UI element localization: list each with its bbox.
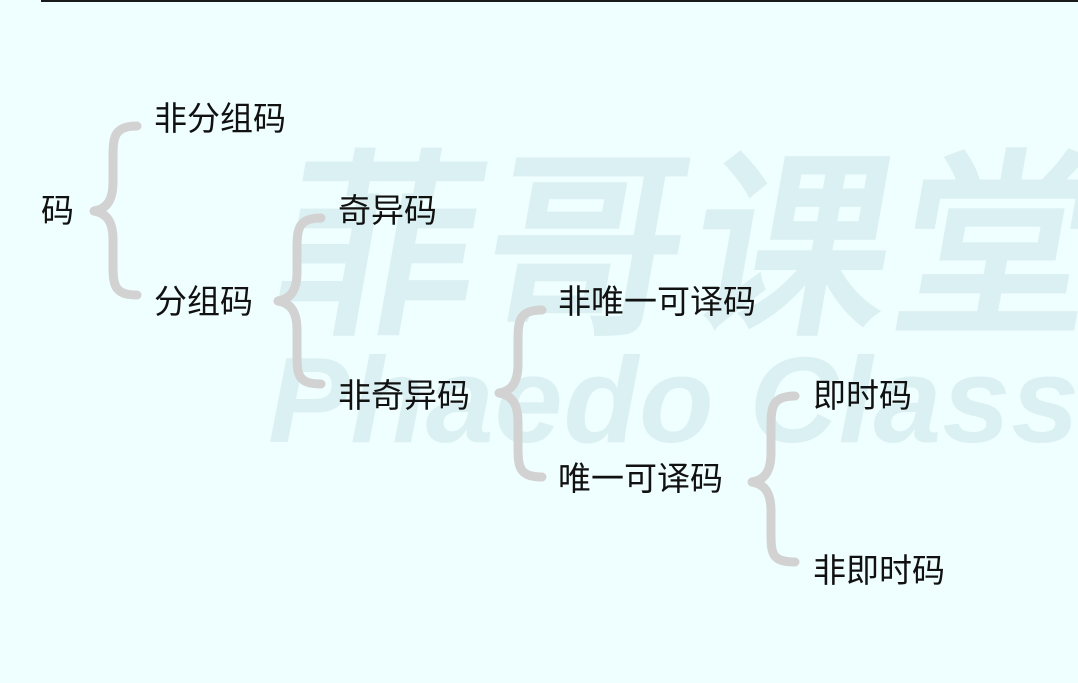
node-not-uniquely-decodable-code: 非唯一可译码 bbox=[558, 282, 756, 321]
node-instantaneous-code: 即时码 bbox=[813, 376, 912, 415]
brace-block bbox=[273, 213, 326, 389]
node-singular-code: 奇异码 bbox=[338, 191, 437, 230]
node-non-block-code: 非分组码 bbox=[154, 99, 286, 138]
node-uniquely-decodable-code: 唯一可译码 bbox=[558, 459, 723, 498]
node-non-instantaneous-code: 非即时码 bbox=[813, 551, 945, 590]
code-classification-diagram: 菲哥课堂 Phaedo Classes 码 非分组码 分组码 奇异码 非奇异码 … bbox=[0, 0, 1078, 683]
brace-root bbox=[89, 121, 142, 300]
node-code: 码 bbox=[41, 191, 74, 230]
node-non-singular-code: 非奇异码 bbox=[338, 376, 470, 415]
brace-non-singular bbox=[494, 305, 547, 482]
node-block-code: 分组码 bbox=[154, 282, 253, 321]
brace-uniquely-decodable bbox=[747, 391, 800, 567]
